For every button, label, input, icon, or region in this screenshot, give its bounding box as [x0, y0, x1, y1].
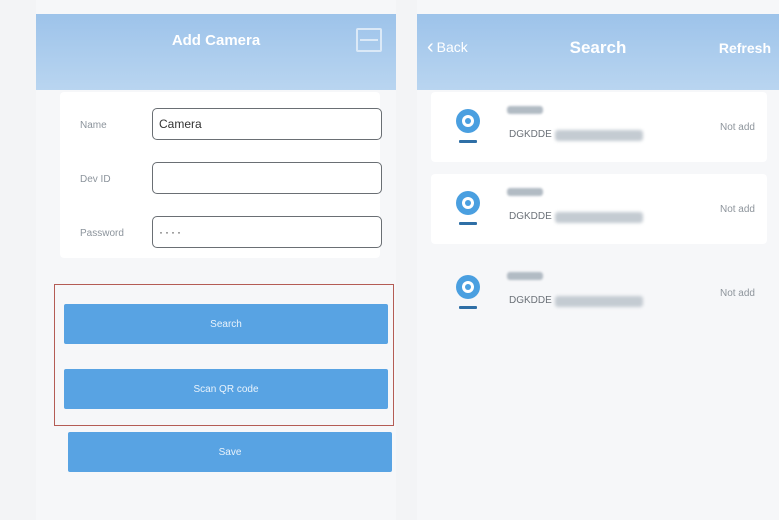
search-screen: ‹ Back Search Refresh DGKDDE Not add DGK… [417, 0, 779, 520]
add-camera-nav-bar: Add Camera [36, 14, 396, 90]
device-id-redacted [555, 296, 643, 307]
device-id-redacted [555, 130, 643, 141]
password-field[interactable]: ···· [152, 216, 382, 248]
dev-id-row: Dev ID [60, 162, 382, 198]
page-title: Add Camera [171, 32, 261, 49]
camera-icon [456, 109, 480, 143]
name-label: Name [80, 120, 107, 131]
device-status: Not add [719, 288, 755, 299]
search-nav-bar: ‹ Back Search Refresh [417, 14, 779, 90]
device-name-redacted [507, 106, 543, 114]
password-label: Password [80, 228, 124, 239]
device-list-item[interactable]: DGKDDE Not add [431, 92, 767, 162]
device-list-item[interactable]: DGKDDE Not add [431, 174, 767, 244]
device-id: DGKDDE [509, 129, 552, 140]
scan-icon[interactable] [356, 28, 382, 52]
device-id: DGKDDE [509, 295, 552, 306]
device-status: Not add [719, 122, 755, 133]
device-list-item[interactable]: DGKDDE Not add [431, 258, 767, 328]
dev-id-label: Dev ID [80, 174, 111, 185]
refresh-button[interactable]: Refresh [719, 40, 771, 56]
camera-icon [456, 191, 480, 225]
device-status: Not add [719, 204, 755, 215]
add-camera-screen: Add Camera Name Camera Dev ID Password ·… [36, 0, 396, 520]
name-row: Name Camera [60, 108, 382, 144]
save-button[interactable]: Save [68, 432, 392, 472]
device-id-redacted [555, 212, 643, 223]
scan-qr-code-button[interactable]: Scan QR code [64, 369, 388, 409]
device-id: DGKDDE [509, 211, 552, 222]
dev-id-field[interactable] [152, 162, 382, 194]
camera-icon [456, 275, 480, 309]
device-name-redacted [507, 272, 543, 280]
camera-form: Name Camera Dev ID Password ···· [60, 92, 382, 258]
name-field[interactable]: Camera [152, 108, 382, 140]
device-name-redacted [507, 188, 543, 196]
password-row: Password ···· [60, 216, 382, 252]
search-button[interactable]: Search [64, 304, 388, 344]
